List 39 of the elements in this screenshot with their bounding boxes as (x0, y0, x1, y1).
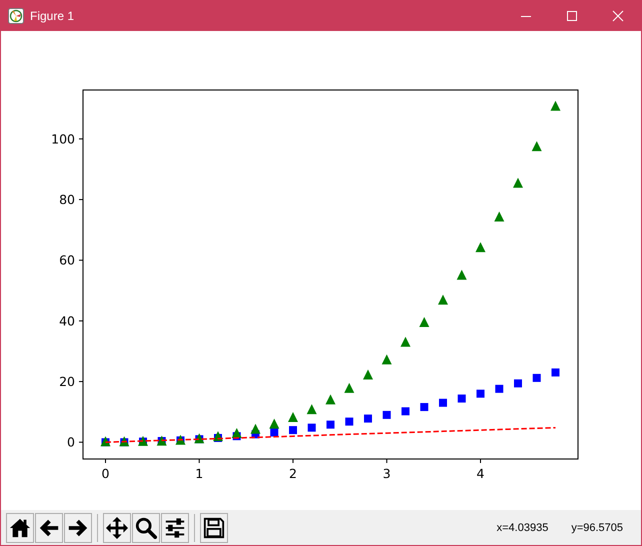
tick-mark (78, 138, 84, 140)
tick-label: 20 (59, 374, 75, 390)
maximize-icon[interactable] (566, 10, 578, 22)
close-icon[interactable] (612, 10, 624, 22)
configure-button[interactable] (161, 512, 189, 542)
tick-mark (78, 320, 84, 322)
tick-label: 0 (102, 466, 110, 481)
tick-label: 4 (476, 466, 484, 481)
tick-mark (480, 458, 481, 464)
back-button[interactable] (35, 512, 63, 542)
tick-label: 100 (51, 131, 75, 146)
tick-label: 2 (289, 466, 297, 481)
tick-label: 0 (67, 434, 75, 450)
home-button[interactable] (6, 512, 34, 542)
tick-label: 60 (59, 252, 75, 268)
coordinate-readout: x=4.03935 (496, 522, 548, 534)
tick-mark (78, 199, 84, 200)
zoom-button[interactable] (132, 512, 160, 542)
home-icon (9, 516, 31, 538)
tick-mark (198, 458, 200, 464)
tick-label: 80 (59, 192, 75, 208)
tick-label: 3 (382, 466, 391, 481)
save-button[interactable] (200, 512, 228, 542)
pan-button[interactable] (103, 512, 131, 542)
tick-mark (78, 381, 84, 382)
tick-mark (386, 458, 388, 464)
tick-mark (78, 260, 84, 261)
tick-mark (105, 458, 106, 464)
window-title: Figure 1 (30, 8, 74, 22)
search-icon (135, 516, 157, 538)
sliders-icon (164, 516, 186, 538)
move-arrows-icon (106, 516, 128, 538)
tick-mark (78, 442, 84, 443)
tick-mark (292, 458, 294, 464)
coordinate-readout: y=96.5705 (571, 522, 623, 534)
tick-label: 40 (59, 313, 75, 328)
forward-button[interactable] (64, 512, 92, 542)
tick-label: 1 (195, 466, 204, 481)
app-icon (8, 8, 24, 24)
